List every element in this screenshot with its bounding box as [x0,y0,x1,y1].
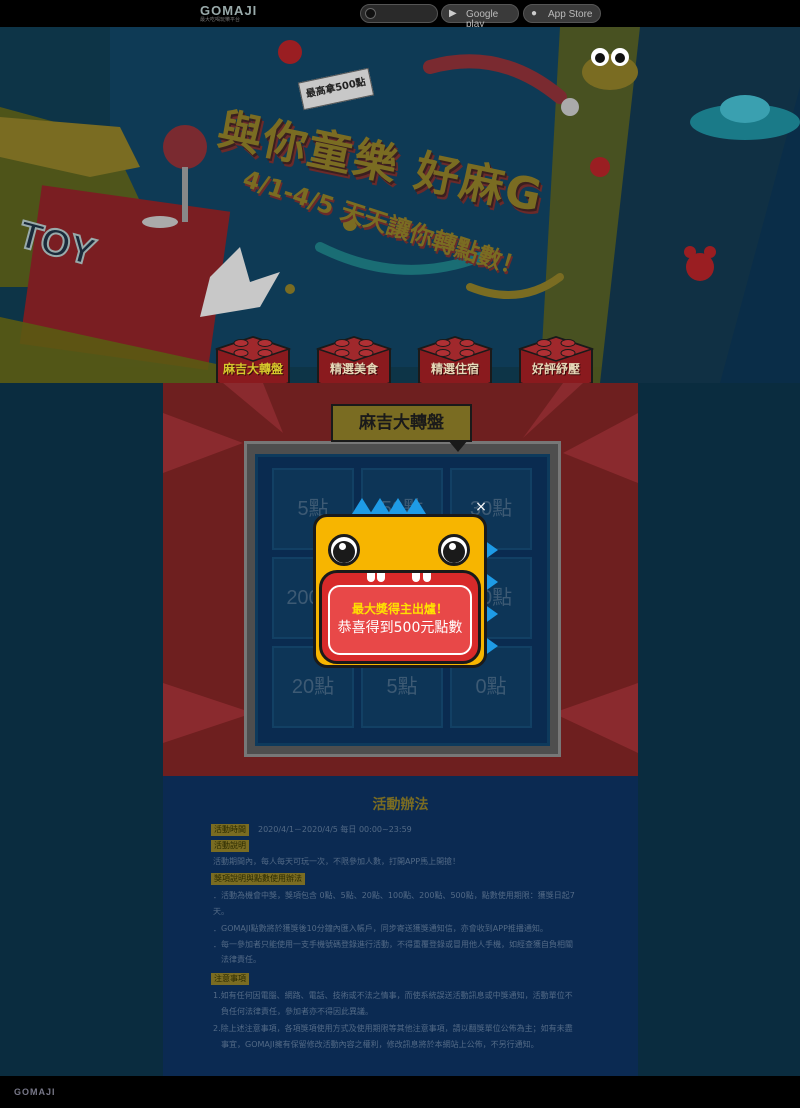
popup-headline: 最大獎得主出爐！ [351,602,448,616]
eye-right [438,534,470,566]
eye-left [328,534,360,566]
tooth-decoration [412,573,420,582]
tooth-decoration [423,573,431,582]
tooth-decoration [367,573,375,582]
tooth-decoration [377,573,385,582]
popup-prize-text: 恭喜得到500元點數 [337,620,463,636]
close-icon[interactable]: × [474,500,488,514]
